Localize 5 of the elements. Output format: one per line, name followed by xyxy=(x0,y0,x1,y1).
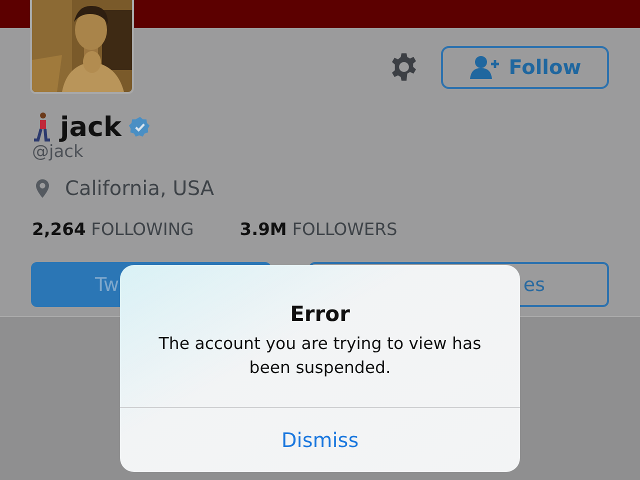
profile-handle: @jack xyxy=(32,142,84,162)
alert-message: The account you are trying to view has been suspended. xyxy=(158,333,482,379)
profile-name: jack xyxy=(60,112,122,142)
alert-title: Error xyxy=(290,302,350,326)
profile-location: California, USA xyxy=(65,176,214,200)
